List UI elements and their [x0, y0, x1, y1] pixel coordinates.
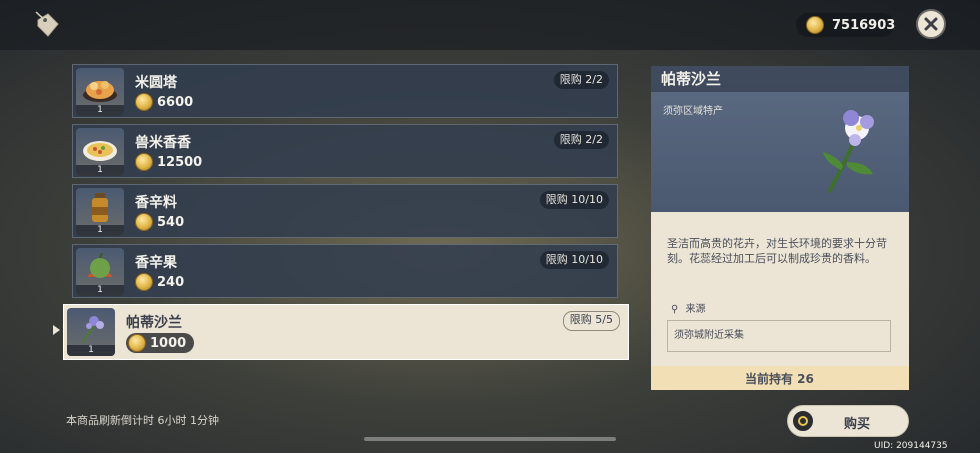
source-value: 须弥城附近采集 — [667, 320, 891, 352]
rice-pudding-icon: 1 — [76, 68, 124, 116]
refresh-countdown: 本商品刷新倒计时 6小时 1分钟 — [66, 414, 219, 427]
shop-item-3[interactable]: 1 香辛果 240 限购 10/10 — [72, 244, 618, 298]
top-bar: 7516903 — [0, 0, 980, 50]
padisarah-flower-icon: 1 — [67, 308, 115, 356]
purchase-limit-badge: 限购 2/2 — [553, 131, 609, 149]
shop-item-1[interactable]: 1 兽米香香 12500 限购 2/2 — [72, 124, 618, 178]
selection-arrow-icon — [53, 325, 60, 335]
item-price-value: 12500 — [157, 154, 203, 170]
owned-count: 当前持有 26 — [745, 372, 814, 386]
owned-count-bar: 当前持有 26 — [651, 366, 909, 390]
item-quantity: 1 — [76, 285, 124, 296]
item-quantity: 1 — [67, 345, 115, 356]
user-id: UID: 209144735 — [874, 441, 948, 451]
item-price-value: 540 — [157, 214, 185, 230]
mora-coin-icon — [135, 273, 153, 291]
spice-fruit-icon: 1 — [76, 248, 124, 296]
mora-coin-icon — [806, 16, 824, 34]
buy-button[interactable]: 购买 — [787, 405, 909, 437]
shop-item-4-selected[interactable]: 1 帕蒂沙兰 1000 限购 5/5 — [63, 304, 629, 360]
item-price-value: 240 — [157, 274, 185, 290]
item-name: 香辛料 — [135, 195, 177, 211]
item-quantity: 1 — [76, 225, 124, 236]
shop-item-0[interactable]: 1 米圆塔 6600 限购 2/2 — [72, 64, 618, 118]
shop-tag-icon[interactable] — [30, 8, 64, 42]
item-price: 6600 — [135, 93, 193, 111]
item-detail-panel: 帕蒂沙兰 须弥区域特产 圣洁而高贵的花卉，对生长环境的要求十分苛刻。花蕊经过加工… — [651, 66, 909, 390]
item-price: 240 — [135, 273, 184, 291]
padisarah-flower-icon — [823, 110, 874, 193]
mora-coin-icon — [135, 93, 153, 111]
item-price-value: 6600 — [157, 94, 194, 110]
item-name: 帕蒂沙兰 — [126, 315, 182, 331]
close-icon — [924, 17, 938, 31]
source-heading: ⚲ 来源 — [671, 300, 706, 315]
source-label: 来源 — [685, 304, 706, 315]
item-name: 米圆塔 — [135, 75, 177, 91]
location-pin-icon: ⚲ — [671, 304, 679, 315]
purchase-limit-badge: 限购 5/5 — [562, 311, 620, 331]
item-price: 12500 — [135, 153, 202, 171]
purchase-limit-badge: 限购 10/10 — [539, 191, 609, 209]
detail-type: 须弥区域特产 — [663, 106, 723, 117]
item-quantity: 1 — [76, 105, 124, 116]
item-name: 香辛果 — [135, 255, 177, 271]
mora-amount: 7516903 — [832, 17, 896, 33]
list-scrollbar[interactable] — [364, 437, 616, 441]
purchase-limit-badge: 限购 2/2 — [553, 71, 609, 89]
purchase-limit-badge: 限购 10/10 — [539, 251, 609, 269]
item-price-value: 1000 — [150, 335, 187, 351]
shop-item-2[interactable]: 1 香辛料 540 限购 10/10 — [72, 184, 618, 238]
confirm-circle-icon — [793, 411, 813, 431]
buy-label: 购买 — [844, 417, 871, 432]
mora-coin-icon — [135, 213, 153, 231]
mora-coin-icon — [128, 334, 146, 352]
close-button[interactable] — [916, 9, 946, 39]
item-quantity: 1 — [76, 165, 124, 176]
item-price: 1000 — [126, 333, 195, 353]
mora-coin-icon — [135, 153, 153, 171]
detail-title: 帕蒂沙兰 — [651, 66, 909, 92]
item-name: 兽米香香 — [135, 135, 191, 151]
detail-header: 帕蒂沙兰 须弥区域特产 — [651, 66, 909, 212]
mora-balance: 7516903 — [796, 13, 896, 37]
pizza-dish-icon: 1 — [76, 128, 124, 176]
spice-jar-icon: 1 — [76, 188, 124, 236]
item-price: 540 — [135, 213, 184, 231]
detail-description: 圣洁而高贵的花卉，对生长环境的要求十分苛刻。花蕊经过加工后可以制成珍贵的香料。 — [667, 237, 887, 265]
